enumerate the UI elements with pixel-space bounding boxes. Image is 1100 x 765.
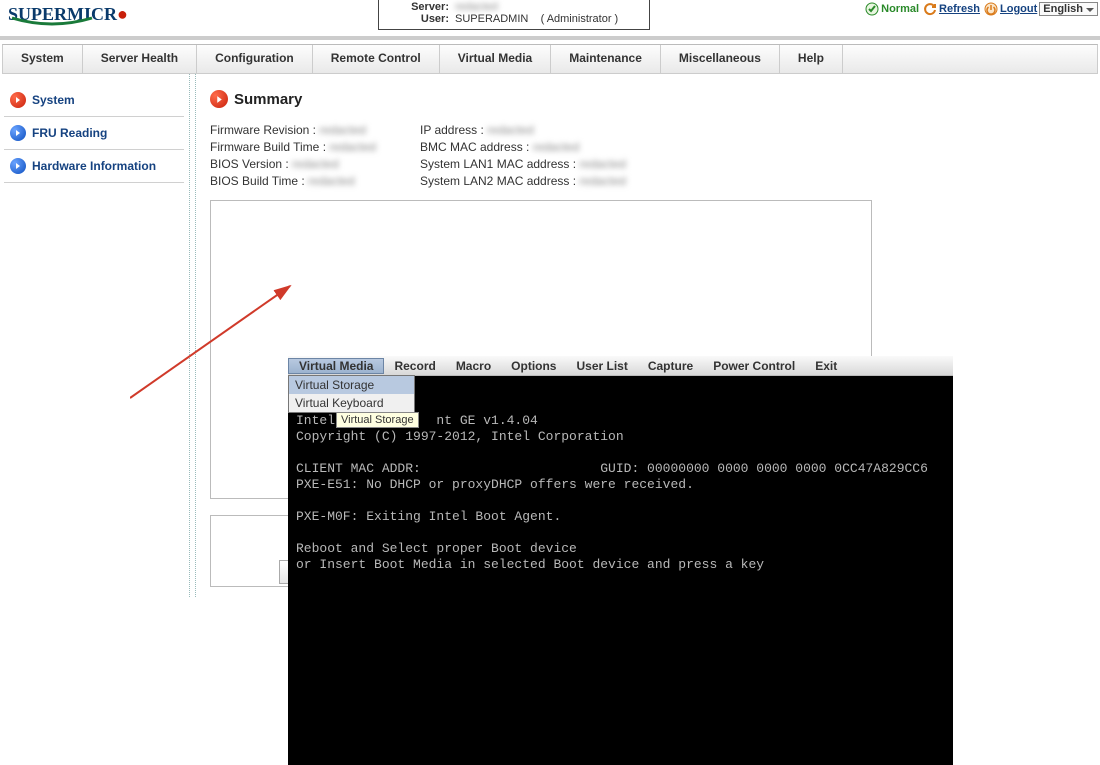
menu-remote-control[interactable]: Remote Control: [313, 45, 440, 73]
menu-maintenance[interactable]: Maintenance: [551, 45, 661, 73]
console-menu-exit[interactable]: Exit: [805, 359, 847, 373]
status-text: Normal: [881, 3, 919, 15]
console-menu-power-control[interactable]: Power Control: [703, 359, 805, 373]
user-label: User:: [389, 13, 455, 25]
page-title: Summary: [210, 90, 1090, 108]
arrow-right-icon: [10, 92, 26, 108]
language-select[interactable]: English: [1039, 2, 1098, 16]
header: SUPERMICR● Server: redacted User: SUPERA…: [0, 0, 1100, 40]
server-info-box: Server: redacted User: SUPERADMIN ( Admi…: [378, 0, 650, 30]
main-menubar: System Server Health Configuration Remot…: [2, 44, 1098, 74]
sidebar-item-hardware-info[interactable]: Hardware Information: [4, 150, 184, 183]
sidebar-item-label: FRU Reading: [32, 126, 107, 140]
refresh-icon[interactable]: [923, 2, 937, 16]
virtual-media-dropdown: Virtual Storage Virtual Keyboard: [288, 375, 415, 413]
sidebar-item-label: System: [32, 93, 75, 107]
tooltip: Virtual Storage: [336, 412, 419, 428]
menu-virtual-media[interactable]: Virtual Media: [440, 45, 551, 73]
logo: SUPERMICR●: [0, 0, 136, 29]
menu-configuration[interactable]: Configuration: [197, 45, 313, 73]
console-menu-macro[interactable]: Macro: [446, 359, 501, 373]
remote-console[interactable]: Intel ... nt GE v1.4.04 Copyright (C) 19…: [288, 375, 953, 765]
sidebar-item-fru-reading[interactable]: FRU Reading: [4, 117, 184, 150]
status-ok-icon: [865, 2, 879, 16]
menu-system[interactable]: System: [3, 45, 83, 73]
arrow-right-icon: [10, 158, 26, 174]
logout-link[interactable]: Logout: [1000, 3, 1037, 15]
logout-icon[interactable]: [984, 2, 998, 16]
menu-miscellaneous[interactable]: Miscellaneous: [661, 45, 780, 73]
console-menu-capture[interactable]: Capture: [638, 359, 703, 373]
console-menu-user-list[interactable]: User List: [566, 359, 637, 373]
refresh-link[interactable]: Refresh: [939, 3, 980, 15]
info-left-col: Firmware Revision : redacted Firmware Bu…: [210, 122, 420, 190]
sidebar-item-label: Hardware Information: [32, 159, 156, 173]
dropdown-virtual-storage[interactable]: Virtual Storage: [289, 376, 414, 394]
header-right: Normal Refresh Logout English: [861, 2, 1098, 16]
dropdown-virtual-keyboard[interactable]: Virtual Keyboard: [289, 394, 414, 412]
console-menu-options[interactable]: Options: [501, 359, 566, 373]
console-menubar: Virtual Media Record Macro Options User …: [288, 356, 953, 376]
server-value: redacted: [455, 1, 639, 13]
info-right-col: IP address : redacted BMC MAC address : …: [420, 122, 649, 190]
sidebar-item-system[interactable]: System: [4, 84, 184, 117]
server-label: Server:: [389, 1, 455, 13]
console-menu-record[interactable]: Record: [384, 359, 445, 373]
system-info: Firmware Revision : redacted Firmware Bu…: [210, 122, 1090, 190]
user-value: SUPERADMIN ( Administrator ): [455, 13, 639, 25]
console-output: Intel ... nt GE v1.4.04 Copyright (C) 19…: [288, 407, 953, 579]
arrow-right-icon: [210, 90, 228, 108]
menu-help[interactable]: Help: [780, 45, 843, 73]
console-menu-virtual-media[interactable]: Virtual Media: [288, 358, 384, 374]
sidebar: System FRU Reading Hardware Information: [0, 74, 188, 597]
arrow-right-icon: [10, 125, 26, 141]
menu-server-health[interactable]: Server Health: [83, 45, 197, 73]
